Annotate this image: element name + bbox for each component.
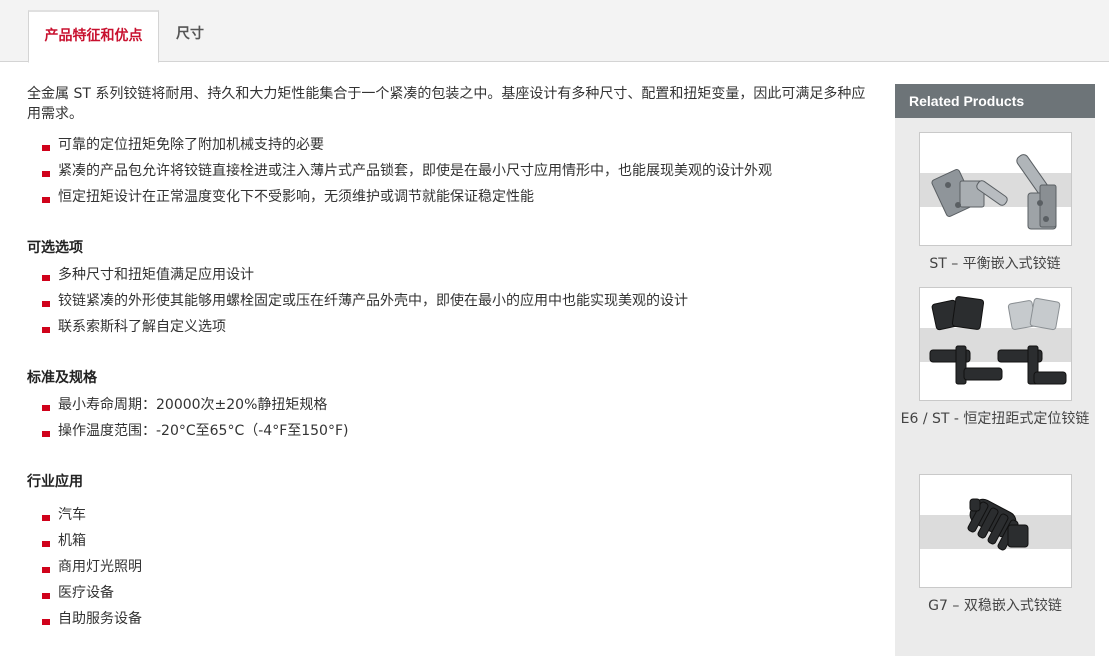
related-product-caption[interactable]: ST – 平衡嵌入式铰链 xyxy=(895,254,1095,274)
list-item: 恒定扭矩设计在正常温度变化下不受影响，无须维护或调节就能保证稳定性能 xyxy=(27,184,872,210)
tab-features-benefits[interactable]: 产品特征和优点 xyxy=(28,10,159,63)
related-product-caption[interactable]: E6 / ST - 恒定扭距式定位铰链 xyxy=(895,409,1095,429)
bullet-icon xyxy=(42,431,50,437)
list-item: 医疗设备 xyxy=(27,580,872,606)
bullet-icon xyxy=(42,541,50,547)
bullet-icon xyxy=(42,301,50,307)
list-item: 汽车 xyxy=(27,502,872,528)
bullet-icon xyxy=(42,619,50,625)
list-item: 商用灯光照明 xyxy=(27,554,872,580)
related-products-sidebar: Related Products ST – 平衡嵌入式铰链 E6 / ST - … xyxy=(895,84,1095,656)
black-spring-hinge-image[interactable] xyxy=(918,474,1072,588)
list-item: 可靠的定位扭矩免除了附加机械支持的必要 xyxy=(27,132,872,158)
intro-paragraph: 全金属 ST 系列铰链将耐用、持久和大力矩性能集合于一个紧凑的包装之中。基座设计… xyxy=(27,86,866,122)
list-item: 机箱 xyxy=(27,528,872,554)
bullet-icon xyxy=(42,327,50,333)
standards-list: 最小寿命周期：20000次±20%静扭矩规格 操作温度范围：-20°C至65°C… xyxy=(27,392,872,444)
bullet-icon xyxy=(42,275,50,281)
related-product-caption[interactable]: G7 – 双稳嵌入式铰链 xyxy=(895,596,1095,616)
bullet-icon xyxy=(42,593,50,599)
tab-dimensions[interactable]: 尺寸 xyxy=(160,10,220,63)
bullet-icon xyxy=(42,567,50,573)
list-item: 自助服务设备 xyxy=(27,606,872,632)
list-item: 多种尺寸和扭矩值满足应用设计 xyxy=(27,262,872,288)
bullet-icon xyxy=(42,515,50,521)
list-item: 铰链紧凑的外形使其能够用螺栓固定或压在纤薄产品外壳中，即使在最小的应用中也能实现… xyxy=(27,288,872,314)
standards-heading: 标准及规格 xyxy=(27,370,97,386)
related-product-card[interactable]: E6 / ST - 恒定扭距式定位铰链 xyxy=(895,287,1095,429)
bullet-icon xyxy=(42,145,50,151)
bullet-icon xyxy=(42,171,50,177)
list-item: 紧凑的产品包允许将铰链直接栓进或注入薄片式产品锁套，即使是在最小尺寸应用情形中，… xyxy=(27,158,872,184)
related-products-heading: Related Products xyxy=(895,84,1095,118)
list-item: 联系索斯科了解自定义选项 xyxy=(27,314,872,340)
silver-hinge-pair-image[interactable] xyxy=(918,132,1072,246)
bullet-icon xyxy=(42,197,50,203)
options-list: 多种尺寸和扭矩值满足应用设计 铰链紧凑的外形使其能够用螺栓固定或压在纤薄产品外壳… xyxy=(27,262,872,340)
feature-list: 可靠的定位扭矩免除了附加机械支持的必要 紧凑的产品包允许将铰链直接栓进或注入薄片… xyxy=(27,132,872,210)
options-heading: 可选选项 xyxy=(27,240,83,256)
industries-heading: 行业应用 xyxy=(27,474,83,490)
tab-bar: 产品特征和优点 尺寸 xyxy=(0,0,1109,63)
black-and-silver-hinges-image[interactable] xyxy=(918,287,1072,401)
list-item: 操作温度范围：-20°C至65°C（-4°F至150°F) xyxy=(27,418,872,444)
related-product-card[interactable]: G7 – 双稳嵌入式铰链 xyxy=(895,474,1095,616)
list-item: 最小寿命周期：20000次±20%静扭矩规格 xyxy=(27,392,872,418)
main-content: 全金属 ST 系列铰链将耐用、持久和大力矩性能集合于一个紧凑的包装之中。基座设计… xyxy=(27,84,872,632)
bullet-icon xyxy=(42,405,50,411)
industries-list: 汽车 机箱 商用灯光照明 医疗设备 自助服务设备 xyxy=(27,502,872,632)
related-product-card[interactable]: ST – 平衡嵌入式铰链 xyxy=(895,132,1095,274)
